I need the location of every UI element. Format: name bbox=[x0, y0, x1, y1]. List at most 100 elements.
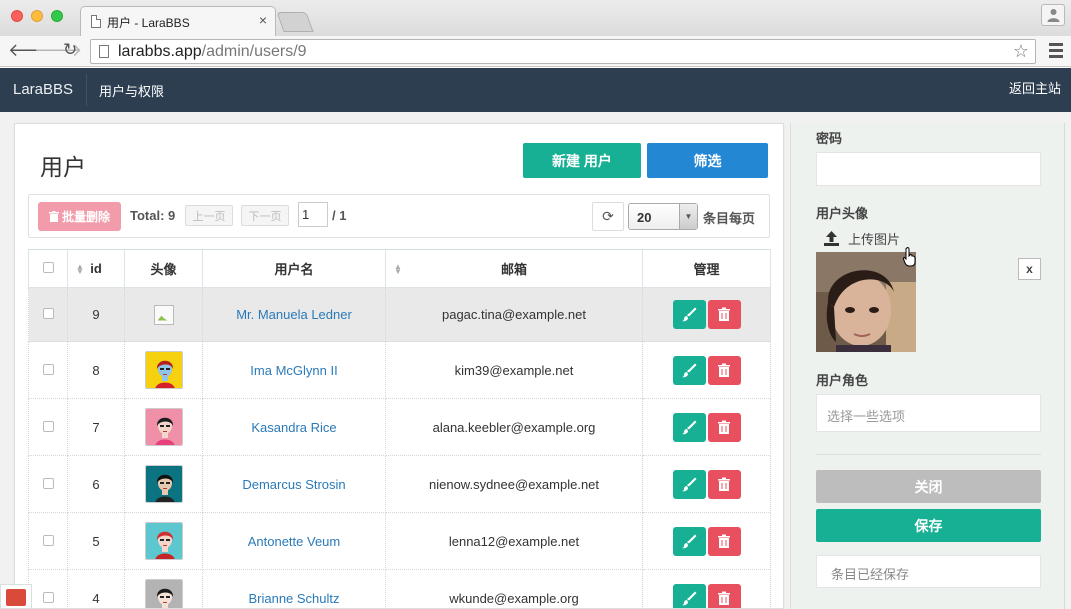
window-close-button[interactable] bbox=[11, 10, 23, 22]
remove-image-button[interactable]: x bbox=[1018, 258, 1041, 280]
delete-button[interactable] bbox=[707, 355, 741, 385]
back-to-site-link[interactable]: 返回主站 bbox=[1009, 78, 1061, 97]
avatar bbox=[144, 522, 183, 560]
user-name-link[interactable]: Antonette Veum bbox=[248, 534, 341, 549]
user-name-link[interactable]: Mr. Manuela Ledner bbox=[236, 307, 352, 322]
brush-icon bbox=[681, 477, 696, 491]
prev-page-button[interactable]: 上一页 bbox=[185, 205, 233, 226]
saved-notification: 条目已经保存 bbox=[816, 555, 1041, 588]
per-page-select[interactable]: 20 ▼ bbox=[628, 203, 698, 230]
extension-badge[interactable] bbox=[0, 584, 32, 609]
row-checkbox[interactable] bbox=[42, 534, 54, 546]
table-header-row: ▲ ▼ id 头像 用户名 ▲ ▼ 邮箱 管理 bbox=[28, 249, 771, 288]
cell-id: 6 bbox=[67, 455, 125, 513]
reload-icon[interactable]: ↻ bbox=[63, 41, 77, 59]
user-name-link[interactable]: Kasandra Rice bbox=[251, 420, 336, 435]
brush-icon bbox=[681, 307, 696, 322]
upload-image-button[interactable]: 上传图片 bbox=[823, 229, 900, 248]
row-checkbox[interactable] bbox=[42, 591, 54, 603]
page-icon bbox=[99, 45, 109, 58]
nav-divider bbox=[86, 74, 87, 106]
browser-tab[interactable]: 用户 - LaraBBS × bbox=[80, 6, 276, 37]
cell-id: 5 bbox=[67, 512, 125, 570]
cell-avatar bbox=[124, 341, 203, 399]
cell-avatar bbox=[124, 287, 203, 342]
cell-actions bbox=[642, 341, 771, 399]
delete-button[interactable] bbox=[707, 469, 741, 499]
brush-icon bbox=[681, 363, 696, 377]
column-header-email[interactable]: ▲ ▼ 邮箱 bbox=[385, 249, 643, 288]
column-header-actions: 管理 bbox=[642, 249, 771, 288]
trash-icon bbox=[717, 307, 730, 321]
row-select-cell bbox=[28, 569, 68, 608]
table-row: 9 Mr. Manuela Ledner pagac.tina@example.ne… bbox=[28, 287, 771, 342]
user-name-link[interactable]: Ima McGlynn II bbox=[250, 363, 337, 378]
cell-email: wkunde@example.org bbox=[385, 569, 643, 608]
password-label: 密码 bbox=[816, 131, 843, 146]
close-button[interactable]: 关闭 bbox=[816, 470, 1041, 503]
edit-button[interactable] bbox=[672, 300, 706, 329]
save-button[interactable]: 保存 bbox=[816, 509, 1041, 542]
edit-button[interactable] bbox=[672, 583, 706, 608]
cell-avatar bbox=[124, 455, 203, 513]
new-user-button[interactable]: 新建 用户 bbox=[523, 143, 641, 178]
cell-name: Antonette Veum bbox=[202, 512, 386, 570]
row-checkbox[interactable] bbox=[42, 477, 54, 489]
row-checkbox[interactable] bbox=[42, 308, 54, 319]
broken-image-icon bbox=[153, 304, 174, 325]
row-checkbox[interactable] bbox=[42, 363, 54, 375]
delete-button[interactable] bbox=[707, 526, 741, 556]
new-tab-button[interactable] bbox=[276, 12, 314, 32]
refresh-button[interactable]: ⟳ bbox=[592, 202, 624, 231]
browser-toolbar: 🡐 🡒 ↻ larabbs.app/admin/users/9 ☆ bbox=[0, 36, 1071, 67]
password-field[interactable] bbox=[816, 152, 1041, 186]
sort-icon[interactable]: ▲ ▼ bbox=[394, 263, 402, 276]
row-checkbox[interactable] bbox=[42, 420, 54, 432]
page-number-input[interactable] bbox=[298, 202, 328, 227]
person-icon bbox=[1047, 9, 1060, 22]
document-icon bbox=[91, 15, 101, 28]
delete-button[interactable] bbox=[707, 412, 741, 442]
cell-avatar bbox=[124, 512, 203, 570]
brush-icon bbox=[681, 534, 696, 548]
url-text: larabbs.app/admin/users/9 bbox=[118, 43, 307, 60]
cell-actions bbox=[642, 512, 771, 570]
tab-close-icon[interactable]: × bbox=[259, 13, 267, 27]
cell-name: Ima McGlynn II bbox=[202, 341, 386, 399]
window-minimize-button[interactable] bbox=[31, 10, 43, 22]
user-name-link[interactable]: Demarcus Strosin bbox=[242, 477, 345, 492]
cell-email: alana.keebler@example.org bbox=[385, 398, 643, 456]
avatar bbox=[144, 465, 183, 503]
edit-button[interactable] bbox=[672, 355, 706, 385]
brand-logo[interactable]: LaraBBS bbox=[13, 81, 73, 98]
delete-button[interactable] bbox=[707, 300, 741, 329]
sort-icon[interactable]: ▲ ▼ bbox=[76, 263, 84, 276]
column-header-id[interactable]: ▲ ▼ id bbox=[67, 249, 125, 288]
bookmark-star-icon[interactable]: ☆ bbox=[1013, 41, 1029, 62]
next-page-button[interactable]: 下一页 bbox=[241, 205, 289, 226]
cell-avatar bbox=[124, 398, 203, 456]
profile-button[interactable] bbox=[1041, 4, 1065, 26]
filter-button[interactable]: 筛选 bbox=[647, 143, 768, 178]
select-all-checkbox[interactable] bbox=[42, 262, 54, 273]
cell-actions bbox=[642, 398, 771, 456]
avatar-label: 用户头像 bbox=[816, 206, 869, 221]
nav-link-users-permissions[interactable]: 用户与权限 bbox=[99, 81, 164, 100]
window-zoom-button[interactable] bbox=[51, 10, 63, 22]
roles-select[interactable]: 选择一些选项 bbox=[816, 394, 1041, 432]
page-of-total: / 1 bbox=[332, 208, 347, 223]
cell-id: 7 bbox=[67, 398, 125, 456]
cell-actions bbox=[642, 287, 771, 342]
table-row: 4 Brianne Schultz wkunde@example.org bbox=[28, 569, 771, 608]
delete-button[interactable] bbox=[707, 583, 741, 608]
cell-email: pagac.tina@example.net bbox=[385, 287, 643, 342]
address-bar[interactable]: larabbs.app/admin/users/9 ☆ bbox=[90, 39, 1036, 64]
hamburger-menu-icon[interactable] bbox=[1049, 43, 1063, 61]
batch-delete-button[interactable]: 批量删除 bbox=[38, 202, 121, 231]
user-name-link[interactable]: Brianne Schultz bbox=[248, 591, 339, 606]
edit-button[interactable] bbox=[672, 526, 706, 556]
page-title: 用户 bbox=[40, 154, 86, 180]
edit-button[interactable] bbox=[672, 412, 706, 442]
cell-id: 9 bbox=[67, 287, 125, 342]
edit-button[interactable] bbox=[672, 469, 706, 499]
